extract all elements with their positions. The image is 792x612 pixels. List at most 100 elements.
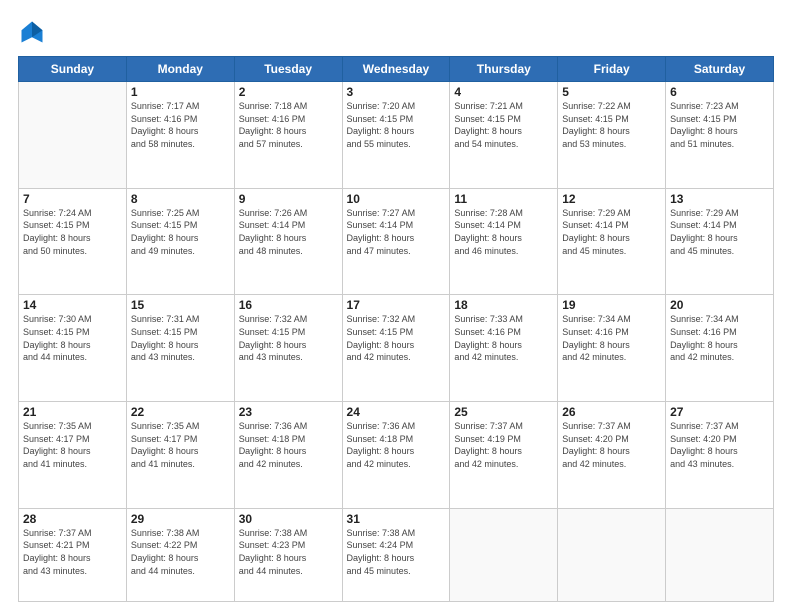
logo [18, 18, 50, 46]
cell-info: Sunrise: 7:27 AMSunset: 4:14 PMDaylight:… [347, 207, 446, 257]
day-number: 29 [131, 512, 230, 526]
cell-info: Sunrise: 7:32 AMSunset: 4:15 PMDaylight:… [239, 313, 338, 363]
day-cell: 6Sunrise: 7:23 AMSunset: 4:15 PMDaylight… [666, 82, 774, 189]
day-number: 12 [562, 192, 661, 206]
logo-icon [18, 18, 46, 46]
day-number: 16 [239, 298, 338, 312]
cell-info: Sunrise: 7:17 AMSunset: 4:16 PMDaylight:… [131, 100, 230, 150]
day-cell: 21Sunrise: 7:35 AMSunset: 4:17 PMDayligh… [19, 402, 127, 509]
week-row-3: 14Sunrise: 7:30 AMSunset: 4:15 PMDayligh… [19, 295, 774, 402]
cell-info: Sunrise: 7:30 AMSunset: 4:15 PMDaylight:… [23, 313, 122, 363]
day-number: 28 [23, 512, 122, 526]
weekday-header-sunday: Sunday [19, 57, 127, 82]
day-cell: 15Sunrise: 7:31 AMSunset: 4:15 PMDayligh… [126, 295, 234, 402]
day-cell: 26Sunrise: 7:37 AMSunset: 4:20 PMDayligh… [558, 402, 666, 509]
day-number: 7 [23, 192, 122, 206]
day-number: 4 [454, 85, 553, 99]
day-cell: 24Sunrise: 7:36 AMSunset: 4:18 PMDayligh… [342, 402, 450, 509]
cell-info: Sunrise: 7:28 AMSunset: 4:14 PMDaylight:… [454, 207, 553, 257]
day-number: 6 [670, 85, 769, 99]
day-number: 9 [239, 192, 338, 206]
cell-info: Sunrise: 7:37 AMSunset: 4:20 PMDaylight:… [670, 420, 769, 470]
day-number: 3 [347, 85, 446, 99]
cell-info: Sunrise: 7:29 AMSunset: 4:14 PMDaylight:… [562, 207, 661, 257]
cell-info: Sunrise: 7:37 AMSunset: 4:21 PMDaylight:… [23, 527, 122, 577]
day-cell: 7Sunrise: 7:24 AMSunset: 4:15 PMDaylight… [19, 188, 127, 295]
day-cell: 27Sunrise: 7:37 AMSunset: 4:20 PMDayligh… [666, 402, 774, 509]
day-cell: 22Sunrise: 7:35 AMSunset: 4:17 PMDayligh… [126, 402, 234, 509]
page: SundayMondayTuesdayWednesdayThursdayFrid… [0, 0, 792, 612]
weekday-header-friday: Friday [558, 57, 666, 82]
day-cell: 14Sunrise: 7:30 AMSunset: 4:15 PMDayligh… [19, 295, 127, 402]
day-cell: 9Sunrise: 7:26 AMSunset: 4:14 PMDaylight… [234, 188, 342, 295]
day-cell: 12Sunrise: 7:29 AMSunset: 4:14 PMDayligh… [558, 188, 666, 295]
day-cell [19, 82, 127, 189]
day-number: 10 [347, 192, 446, 206]
calendar-table: SundayMondayTuesdayWednesdayThursdayFrid… [18, 56, 774, 602]
cell-info: Sunrise: 7:23 AMSunset: 4:15 PMDaylight:… [670, 100, 769, 150]
day-cell: 3Sunrise: 7:20 AMSunset: 4:15 PMDaylight… [342, 82, 450, 189]
day-number: 13 [670, 192, 769, 206]
cell-info: Sunrise: 7:24 AMSunset: 4:15 PMDaylight:… [23, 207, 122, 257]
cell-info: Sunrise: 7:21 AMSunset: 4:15 PMDaylight:… [454, 100, 553, 150]
cell-info: Sunrise: 7:38 AMSunset: 4:23 PMDaylight:… [239, 527, 338, 577]
cell-info: Sunrise: 7:36 AMSunset: 4:18 PMDaylight:… [239, 420, 338, 470]
day-number: 23 [239, 405, 338, 419]
weekday-header-monday: Monday [126, 57, 234, 82]
weekday-header-row: SundayMondayTuesdayWednesdayThursdayFrid… [19, 57, 774, 82]
day-number: 14 [23, 298, 122, 312]
day-number: 25 [454, 405, 553, 419]
day-number: 8 [131, 192, 230, 206]
cell-info: Sunrise: 7:38 AMSunset: 4:22 PMDaylight:… [131, 527, 230, 577]
cell-info: Sunrise: 7:31 AMSunset: 4:15 PMDaylight:… [131, 313, 230, 363]
day-cell: 13Sunrise: 7:29 AMSunset: 4:14 PMDayligh… [666, 188, 774, 295]
cell-info: Sunrise: 7:37 AMSunset: 4:19 PMDaylight:… [454, 420, 553, 470]
day-number: 1 [131, 85, 230, 99]
day-number: 18 [454, 298, 553, 312]
week-row-4: 21Sunrise: 7:35 AMSunset: 4:17 PMDayligh… [19, 402, 774, 509]
cell-info: Sunrise: 7:37 AMSunset: 4:20 PMDaylight:… [562, 420, 661, 470]
cell-info: Sunrise: 7:35 AMSunset: 4:17 PMDaylight:… [23, 420, 122, 470]
cell-info: Sunrise: 7:36 AMSunset: 4:18 PMDaylight:… [347, 420, 446, 470]
day-cell: 29Sunrise: 7:38 AMSunset: 4:22 PMDayligh… [126, 508, 234, 601]
day-cell: 25Sunrise: 7:37 AMSunset: 4:19 PMDayligh… [450, 402, 558, 509]
cell-info: Sunrise: 7:32 AMSunset: 4:15 PMDaylight:… [347, 313, 446, 363]
day-cell: 11Sunrise: 7:28 AMSunset: 4:14 PMDayligh… [450, 188, 558, 295]
day-number: 31 [347, 512, 446, 526]
day-cell: 1Sunrise: 7:17 AMSunset: 4:16 PMDaylight… [126, 82, 234, 189]
cell-info: Sunrise: 7:29 AMSunset: 4:14 PMDaylight:… [670, 207, 769, 257]
cell-info: Sunrise: 7:38 AMSunset: 4:24 PMDaylight:… [347, 527, 446, 577]
day-cell: 19Sunrise: 7:34 AMSunset: 4:16 PMDayligh… [558, 295, 666, 402]
week-row-1: 1Sunrise: 7:17 AMSunset: 4:16 PMDaylight… [19, 82, 774, 189]
day-number: 30 [239, 512, 338, 526]
cell-info: Sunrise: 7:33 AMSunset: 4:16 PMDaylight:… [454, 313, 553, 363]
day-number: 22 [131, 405, 230, 419]
cell-info: Sunrise: 7:22 AMSunset: 4:15 PMDaylight:… [562, 100, 661, 150]
day-cell [558, 508, 666, 601]
day-cell: 4Sunrise: 7:21 AMSunset: 4:15 PMDaylight… [450, 82, 558, 189]
day-number: 20 [670, 298, 769, 312]
weekday-header-tuesday: Tuesday [234, 57, 342, 82]
week-row-5: 28Sunrise: 7:37 AMSunset: 4:21 PMDayligh… [19, 508, 774, 601]
day-cell: 28Sunrise: 7:37 AMSunset: 4:21 PMDayligh… [19, 508, 127, 601]
day-number: 26 [562, 405, 661, 419]
day-cell: 5Sunrise: 7:22 AMSunset: 4:15 PMDaylight… [558, 82, 666, 189]
day-cell [666, 508, 774, 601]
cell-info: Sunrise: 7:20 AMSunset: 4:15 PMDaylight:… [347, 100, 446, 150]
day-cell: 17Sunrise: 7:32 AMSunset: 4:15 PMDayligh… [342, 295, 450, 402]
day-cell: 16Sunrise: 7:32 AMSunset: 4:15 PMDayligh… [234, 295, 342, 402]
day-number: 17 [347, 298, 446, 312]
day-number: 11 [454, 192, 553, 206]
cell-info: Sunrise: 7:35 AMSunset: 4:17 PMDaylight:… [131, 420, 230, 470]
day-number: 2 [239, 85, 338, 99]
day-cell: 23Sunrise: 7:36 AMSunset: 4:18 PMDayligh… [234, 402, 342, 509]
day-cell: 18Sunrise: 7:33 AMSunset: 4:16 PMDayligh… [450, 295, 558, 402]
day-number: 27 [670, 405, 769, 419]
weekday-header-thursday: Thursday [450, 57, 558, 82]
day-number: 19 [562, 298, 661, 312]
day-cell: 20Sunrise: 7:34 AMSunset: 4:16 PMDayligh… [666, 295, 774, 402]
week-row-2: 7Sunrise: 7:24 AMSunset: 4:15 PMDaylight… [19, 188, 774, 295]
cell-info: Sunrise: 7:26 AMSunset: 4:14 PMDaylight:… [239, 207, 338, 257]
cell-info: Sunrise: 7:18 AMSunset: 4:16 PMDaylight:… [239, 100, 338, 150]
day-cell: 30Sunrise: 7:38 AMSunset: 4:23 PMDayligh… [234, 508, 342, 601]
